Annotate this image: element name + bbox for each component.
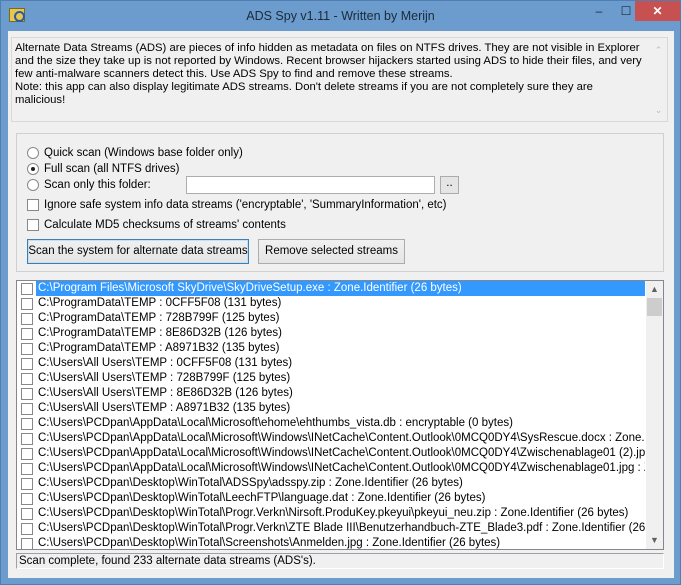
title-bar: ADS Spy v1.11 - Written by Merijn ‒ ☐ ✕	[1, 1, 680, 31]
scroll-up-icon[interactable]: ▲	[646, 281, 663, 298]
stream-checkbox[interactable]	[21, 462, 33, 475]
scan-options-group: Quick scan (Windows base folder only) Fu…	[16, 133, 664, 272]
stream-path: C:\Users\PCDpan\Desktop\WinTotal\ADSSpy\…	[38, 477, 463, 489]
stream-path: C:\Users\PCDpan\Desktop\WinTotal\Progr.V…	[38, 522, 645, 534]
stream-path: C:\Users\All Users\TEMP : A8971B32 (135 …	[38, 402, 291, 414]
stream-row[interactable]: C:\ProgramData\TEMP : 728B799F (125 byte…	[17, 311, 645, 326]
stream-checkbox[interactable]	[21, 417, 33, 430]
stream-checkbox[interactable]	[21, 477, 33, 490]
app-window: ADS Spy v1.11 - Written by Merijn ‒ ☐ ✕ …	[0, 0, 681, 585]
info-scrollbar[interactable]: ⌃ ⌄	[650, 38, 667, 121]
stream-path: C:\Program Files\Microsoft SkyDrive\SkyD…	[36, 281, 645, 296]
stream-path: C:\Users\All Users\TEMP : 8E86D32B (126 …	[38, 387, 293, 399]
stream-checkbox[interactable]	[21, 492, 33, 505]
stream-row[interactable]: C:\Program Files\Microsoft SkyDrive\SkyD…	[17, 281, 645, 296]
checkbox-md5[interactable]: Calculate MD5 checksums of streams' cont…	[27, 218, 286, 232]
stream-row[interactable]: C:\Users\PCDpan\Desktop\WinTotal\ADSSpy\…	[17, 476, 645, 491]
stream-row[interactable]: C:\Users\PCDpan\Desktop\WinTotal\Progr.V…	[17, 506, 645, 521]
checkbox-label: Calculate MD5 checksums of streams' cont…	[44, 219, 286, 231]
stream-path: C:\Users\PCDpan\Desktop\WinTotal\Screens…	[38, 537, 501, 549]
radio-label: Full scan (all NTFS drives)	[44, 163, 180, 175]
stream-checkbox[interactable]	[21, 447, 33, 460]
checkbox-ignore-safe[interactable]: Ignore safe system info data streams ('e…	[27, 198, 447, 212]
stream-path: C:\Users\PCDpan\AppData\Local\Microsoft\…	[38, 462, 645, 474]
stream-path: C:\ProgramData\TEMP : A8971B32 (135 byte…	[38, 342, 280, 354]
stream-row[interactable]: C:\ProgramData\TEMP : 0CFF5F08 (131 byte…	[17, 296, 645, 311]
stream-checkbox[interactable]	[21, 387, 33, 400]
radio-label: Quick scan (Windows base folder only)	[44, 147, 243, 159]
stream-path: C:\Users\PCDpan\AppData\Local\Microsoft\…	[38, 417, 513, 429]
stream-row[interactable]: C:\Users\All Users\TEMP : 8E86D32B (126 …	[17, 386, 645, 401]
client-area: Alternate Data Streams (ADS) are pieces …	[8, 31, 674, 578]
stream-checkbox[interactable]	[21, 327, 33, 340]
stream-checkbox[interactable]	[21, 297, 33, 310]
scroll-down-icon[interactable]: ▼	[646, 532, 663, 549]
radio-folder-scan[interactable]: Scan only this folder:	[27, 178, 151, 192]
info-note: Note: this app can also display legitima…	[15, 81, 593, 106]
info-text: Alternate Data Streams (ADS) are pieces …	[15, 42, 642, 80]
minimize-button[interactable]: ‒	[586, 1, 612, 21]
scroll-down-icon[interactable]: ⌄	[650, 104, 667, 117]
stream-checkbox[interactable]	[21, 432, 33, 445]
checkbox-label: Ignore safe system info data streams ('e…	[44, 199, 447, 211]
stream-path: C:\Users\All Users\TEMP : 728B799F (125 …	[38, 372, 291, 384]
remove-streams-button[interactable]: Remove selected streams	[258, 239, 405, 264]
stream-row[interactable]: C:\Users\All Users\TEMP : 0CFF5F08 (131 …	[17, 356, 645, 371]
stream-row[interactable]: C:\Users\PCDpan\Desktop\WinTotal\LeechFT…	[17, 491, 645, 506]
stream-checkbox[interactable]	[21, 402, 33, 415]
browse-button[interactable]: ..	[440, 176, 459, 194]
stream-row[interactable]: C:\Users\PCDpan\AppData\Local\Microsoft\…	[17, 416, 645, 431]
scroll-up-icon[interactable]: ⌃	[650, 44, 667, 57]
radio-circle[interactable]	[27, 147, 39, 159]
close-button[interactable]: ✕	[635, 1, 680, 21]
stream-path: C:\ProgramData\TEMP : 8E86D32B (126 byte…	[38, 327, 282, 339]
info-textbox[interactable]: Alternate Data Streams (ADS) are pieces …	[11, 37, 668, 122]
stream-checkbox[interactable]	[21, 522, 33, 535]
stream-row[interactable]: C:\Users\PCDpan\AppData\Local\Microsoft\…	[17, 431, 645, 446]
stream-path: C:\Users\PCDpan\AppData\Local\Microsoft\…	[38, 432, 645, 444]
radio-quick-scan[interactable]: Quick scan (Windows base folder only)	[27, 146, 243, 160]
scan-button[interactable]: Scan the system for alternate data strea…	[27, 239, 249, 264]
list-scrollbar[interactable]: ▲ ▼	[646, 281, 663, 549]
stream-row[interactable]: C:\Users\PCDpan\AppData\Local\Microsoft\…	[17, 461, 645, 476]
radio-circle[interactable]	[27, 179, 39, 191]
stream-checkbox[interactable]	[21, 537, 33, 549]
stream-row[interactable]: C:\ProgramData\TEMP : A8971B32 (135 byte…	[17, 341, 645, 356]
stream-path: C:\Users\PCDpan\Desktop\WinTotal\Progr.V…	[38, 507, 629, 519]
stream-checkbox[interactable]	[21, 342, 33, 355]
stream-checkbox[interactable]	[21, 357, 33, 370]
stream-checkbox[interactable]	[21, 372, 33, 385]
stream-row[interactable]: C:\Users\PCDpan\Desktop\WinTotal\Screens…	[17, 536, 645, 549]
stream-row[interactable]: C:\Users\All Users\TEMP : A8971B32 (135 …	[17, 401, 645, 416]
status-bar: Scan complete, found 233 alternate data …	[16, 553, 664, 569]
radio-full-scan[interactable]: Full scan (all NTFS drives)	[27, 162, 179, 176]
stream-checkbox[interactable]	[21, 312, 33, 325]
stream-path: C:\Users\PCDpan\Desktop\WinTotal\LeechFT…	[38, 492, 486, 504]
radio-label: Scan only this folder:	[44, 179, 151, 191]
stream-row[interactable]: C:\ProgramData\TEMP : 8E86D32B (126 byte…	[17, 326, 645, 341]
stream-path: C:\ProgramData\TEMP : 728B799F (125 byte…	[38, 312, 280, 324]
stream-checkbox[interactable]	[21, 507, 33, 520]
radio-circle[interactable]	[27, 163, 39, 175]
checkbox[interactable]	[27, 219, 39, 231]
stream-row[interactable]: C:\Users\PCDpan\AppData\Local\Microsoft\…	[17, 446, 645, 461]
streams-list[interactable]: C:\Program Files\Microsoft SkyDrive\SkyD…	[16, 280, 664, 550]
stream-checkbox[interactable]	[21, 282, 33, 295]
window-title: ADS Spy v1.11 - Written by Merijn	[246, 9, 435, 23]
stream-row[interactable]: C:\Users\PCDpan\Desktop\WinTotal\Progr.V…	[17, 521, 645, 536]
stream-row[interactable]: C:\Users\All Users\TEMP : 728B799F (125 …	[17, 371, 645, 386]
checkbox[interactable]	[27, 199, 39, 211]
stream-path: C:\Users\All Users\TEMP : 0CFF5F08 (131 …	[38, 357, 293, 369]
folder-input[interactable]	[186, 176, 435, 194]
stream-path: C:\ProgramData\TEMP : 0CFF5F08 (131 byte…	[38, 297, 282, 309]
stream-path: C:\Users\PCDpan\AppData\Local\Microsoft\…	[38, 447, 645, 459]
scroll-thumb[interactable]	[647, 298, 662, 316]
